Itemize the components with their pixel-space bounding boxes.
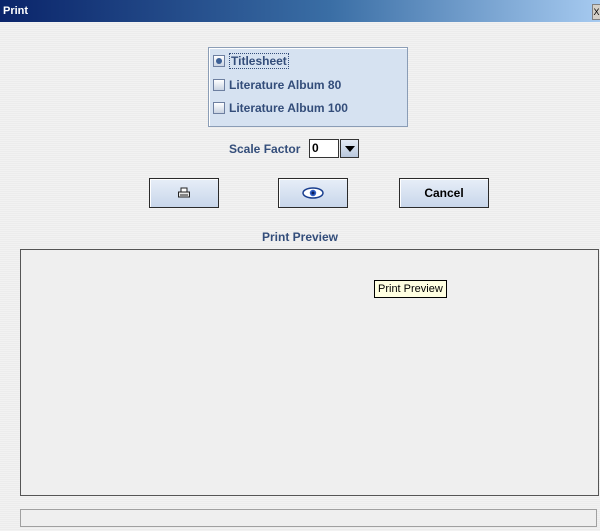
status-bar xyxy=(20,509,597,527)
print-button[interactable] xyxy=(149,178,219,208)
preview-button[interactable] xyxy=(278,178,348,208)
close-button[interactable]: X xyxy=(592,4,600,20)
print-option-panel: Titlesheet Literature Album 80 Literatur… xyxy=(208,47,408,127)
radio-button-icon[interactable] xyxy=(213,79,225,91)
preview-tooltip: Print Preview xyxy=(374,280,447,298)
scale-factor-label: Scale Factor xyxy=(229,142,301,156)
radio-label: Literature Album 80 xyxy=(229,78,342,92)
print-preview-pane[interactable] xyxy=(20,249,599,496)
window-titlebar[interactable]: Print xyxy=(0,0,600,22)
window-title: Print xyxy=(3,5,29,17)
radio-titlesheet[interactable]: Titlesheet xyxy=(213,52,289,70)
scale-factor-value[interactable]: 0 xyxy=(309,139,339,158)
printer-icon xyxy=(178,187,190,198)
chevron-down-icon xyxy=(344,145,355,152)
cancel-button[interactable]: Cancel xyxy=(399,178,489,208)
print-preview-heading: Print Preview xyxy=(261,230,339,244)
eye-icon xyxy=(302,187,324,199)
radio-button-checked-icon[interactable] xyxy=(213,55,225,67)
close-icon: X xyxy=(593,7,600,17)
scale-factor-combo[interactable]: 0 xyxy=(309,139,359,158)
radio-label: Titlesheet xyxy=(229,53,289,69)
radio-button-icon[interactable] xyxy=(213,102,225,114)
radio-literature-album-80[interactable]: Literature Album 80 xyxy=(213,76,341,94)
radio-literature-album-100[interactable]: Literature Album 100 xyxy=(213,99,348,117)
radio-label: Literature Album 100 xyxy=(229,101,348,115)
dropdown-arrow-button[interactable] xyxy=(340,139,359,158)
